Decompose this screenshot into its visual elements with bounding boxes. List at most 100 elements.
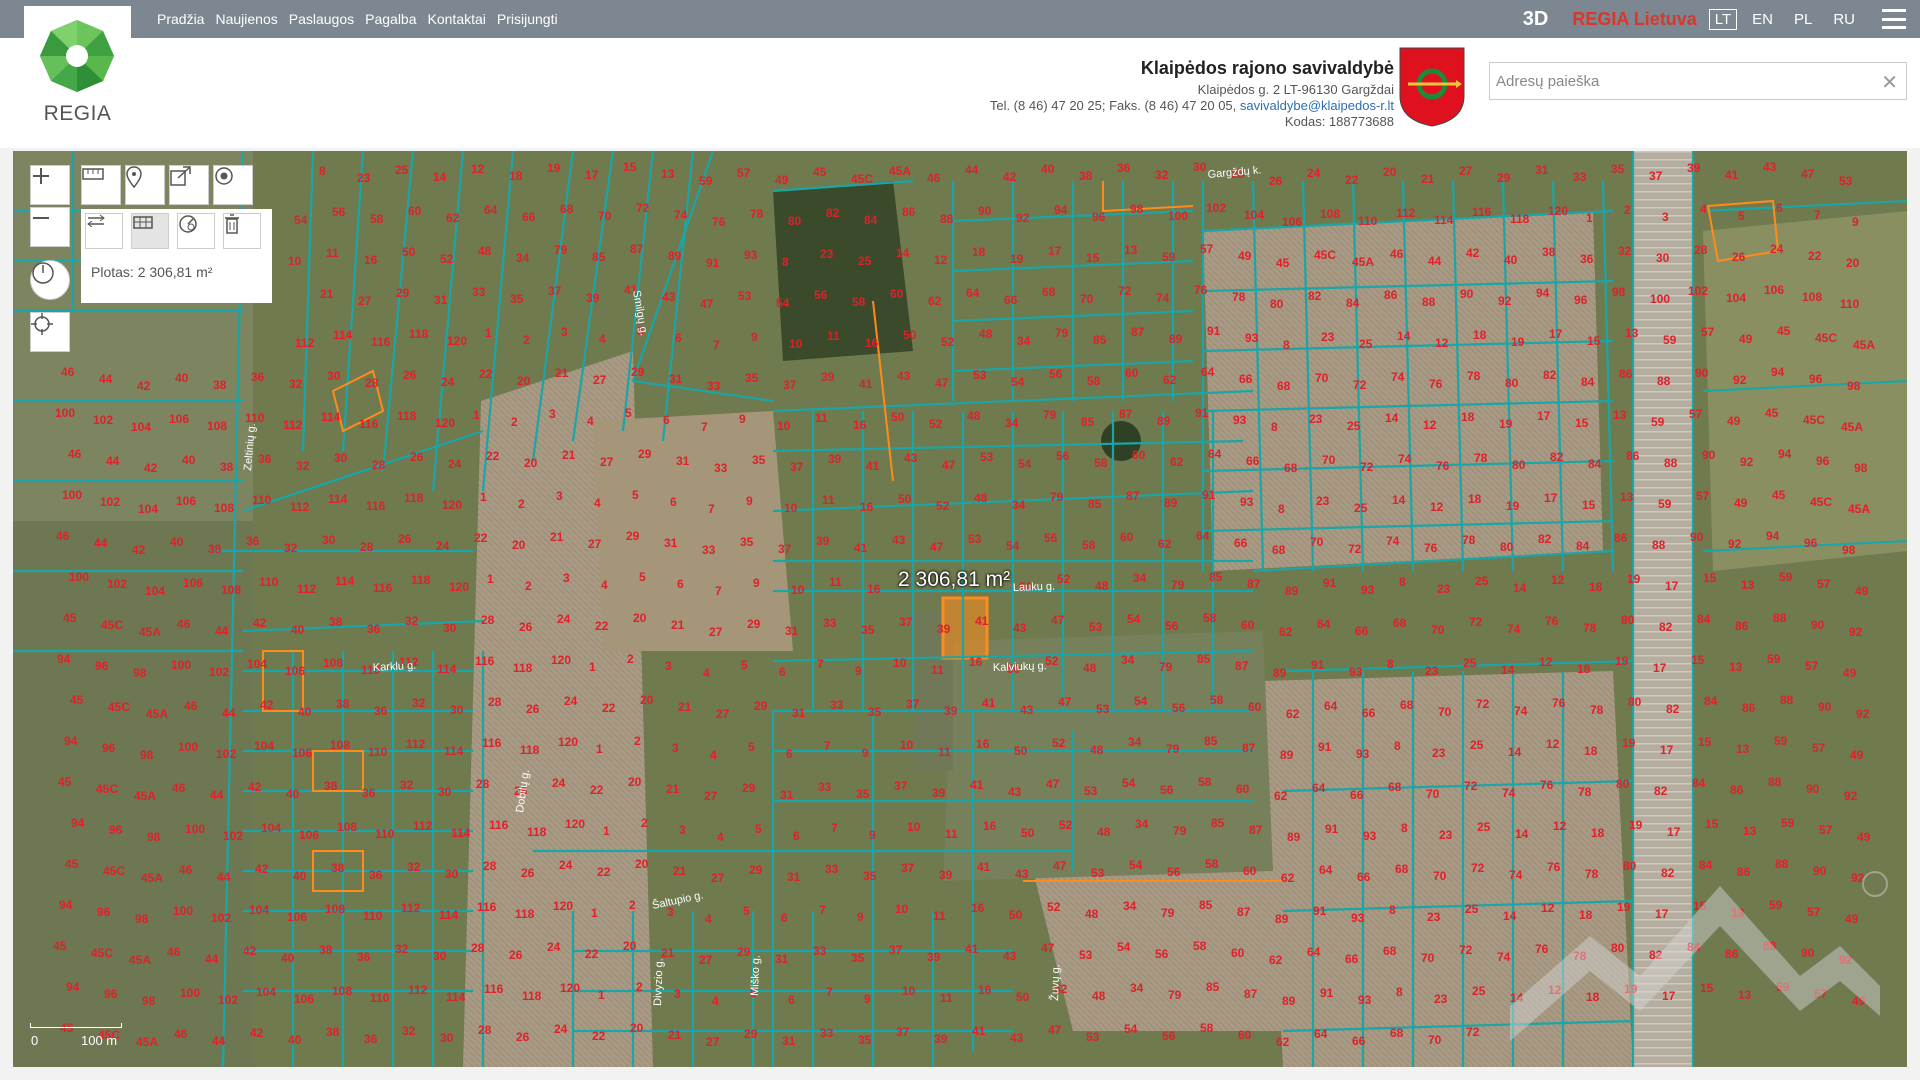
parcel-number: 68 <box>1383 944 1397 958</box>
nav-news[interactable]: Naujienos <box>215 11 277 27</box>
parcel-number: 36 <box>357 950 371 964</box>
parcel-number: 52 <box>1045 654 1059 668</box>
parcel-number: 49 <box>775 173 789 187</box>
parcel-number: 4 <box>703 666 710 680</box>
parcel-number: 22 <box>592 1029 606 1043</box>
parcel-number: 79 <box>1168 988 1182 1002</box>
share-button[interactable] <box>169 165 209 205</box>
parcel-number: 3 <box>561 325 568 339</box>
parcel-number: 84 <box>864 213 878 227</box>
parcel-number: 76 <box>712 215 726 229</box>
parcel-number: 94 <box>64 734 78 748</box>
lang-lt[interactable]: LT <box>1708 8 1738 30</box>
zoom-in-button[interactable] <box>30 165 70 205</box>
zoom-out-button[interactable] <box>30 207 70 247</box>
hamburger-menu-icon[interactable] <box>1882 9 1906 29</box>
lang-ru[interactable]: RU <box>1827 9 1861 30</box>
parcel-number: 45A <box>1853 338 1875 352</box>
parcel-number: 48 <box>974 491 988 505</box>
lang-en[interactable]: EN <box>1746 9 1779 30</box>
parcel-number: 11 <box>326 246 339 260</box>
parcel-number: 8 <box>1389 903 1396 917</box>
measure-length-button[interactable] <box>85 213 123 249</box>
parcel-number: 11 <box>827 329 840 343</box>
parcel-number: 46 <box>1390 247 1404 261</box>
history-button[interactable] <box>30 260 70 300</box>
parcel-number: 110 <box>368 745 388 759</box>
parcel-number: 23 <box>820 247 834 261</box>
parcel-number: 96 <box>1574 293 1588 307</box>
parcel-number: 21 <box>320 287 334 301</box>
parcel-number: 30 <box>327 369 341 383</box>
parcel-number: 66 <box>1362 706 1376 720</box>
parcel-number: 12 <box>1546 737 1560 751</box>
parcel-number: 4 <box>710 748 717 762</box>
parcel-number: 44 <box>205 952 219 966</box>
address-search-input[interactable] <box>1490 63 1906 99</box>
parcel-number: 34 <box>1135 817 1149 831</box>
parcel-number: 110 <box>252 493 272 507</box>
parcel-number: 29 <box>749 863 763 877</box>
parcel-number: 39 <box>927 950 941 964</box>
parcel-number: 110 <box>363 909 383 923</box>
parcel-number: 52 <box>1059 818 1073 832</box>
parcel-number: 82 <box>1543 368 1557 382</box>
3d-button[interactable]: 3D <box>1523 8 1549 31</box>
delete-measurement-button[interactable] <box>223 213 261 249</box>
measure-area-button[interactable] <box>131 213 169 249</box>
coat-of-arms-icon <box>1399 47 1465 127</box>
regia-logo[interactable]: REGIA <box>24 6 131 136</box>
locate-point-tool[interactable] <box>213 165 253 205</box>
parcel-number: 84 <box>1588 457 1602 471</box>
regia-lietuva-link[interactable]: REGIA Lietuva <box>1572 9 1696 30</box>
parcel-number: 106 <box>287 910 307 924</box>
parcel-number: 100 <box>62 488 82 502</box>
parcel-number: 82 <box>1308 289 1322 303</box>
nav-help[interactable]: Pagalba <box>365 11 416 27</box>
lang-pl[interactable]: PL <box>1788 9 1818 30</box>
parcel-number: 68 <box>560 202 574 216</box>
nav-contacts[interactable]: Kontaktai <box>428 11 486 27</box>
my-location-button[interactable] <box>30 312 70 352</box>
parcel-number: 15 <box>1691 653 1705 667</box>
parcel-number: 30 <box>433 949 447 963</box>
parcel-number: 82 <box>1550 450 1564 464</box>
clear-search-icon[interactable]: ✕ <box>1881 70 1898 95</box>
parcel-number: 30 <box>450 703 464 717</box>
parcel-number: 74 <box>1398 452 1412 466</box>
parcel-number: 54 <box>294 213 308 227</box>
parcel-number: 25 <box>1359 337 1373 351</box>
parcel-number: 92 <box>1016 211 1030 225</box>
parcel-number: 9 <box>862 746 869 760</box>
parcel-number: 44 <box>99 372 113 386</box>
parcel-number: 15 <box>1698 735 1712 749</box>
municipality-email-link[interactable]: savivaldybe@klaipedos-r.lt <box>1240 98 1394 113</box>
parcel-number: 45A <box>1841 420 1863 434</box>
parcel-number: 118 <box>411 573 431 587</box>
parcel-number: 98 <box>1842 543 1856 557</box>
parcel-number: 112 <box>406 737 426 751</box>
parcel-number: 25 <box>395 163 409 177</box>
parcel-number: 8 <box>1387 657 1394 671</box>
parcel-number: 53 <box>1839 174 1853 188</box>
parcel-number: 96 <box>1804 536 1818 550</box>
measure-distance-tool[interactable] <box>81 165 121 205</box>
measure-radius-button[interactable] <box>177 213 215 249</box>
nav-services[interactable]: Paslaugos <box>289 11 354 27</box>
parcel-number: 20 <box>623 939 637 953</box>
nav-home[interactable]: Pradžia <box>157 11 204 27</box>
parcel-number: 7 <box>701 420 708 434</box>
parcel-number: 18 <box>1461 410 1475 424</box>
parcel-number: 7 <box>1814 208 1821 222</box>
parcel-number: 12 <box>1423 418 1437 432</box>
parcel-number: 45 <box>1276 256 1290 270</box>
parcel-number: 78 <box>1462 533 1476 547</box>
parcel-number: 64 <box>1196 529 1210 543</box>
parcel-number: 68 <box>1390 1026 1404 1040</box>
place-marker-tool[interactable] <box>125 165 165 205</box>
nav-login[interactable]: Prisijungti <box>497 11 558 27</box>
parcel-number: 79 <box>1159 660 1173 674</box>
parcel-number: 2 <box>525 579 532 593</box>
minus-icon <box>33 217 49 219</box>
parcel-number: 57 <box>1805 659 1819 673</box>
